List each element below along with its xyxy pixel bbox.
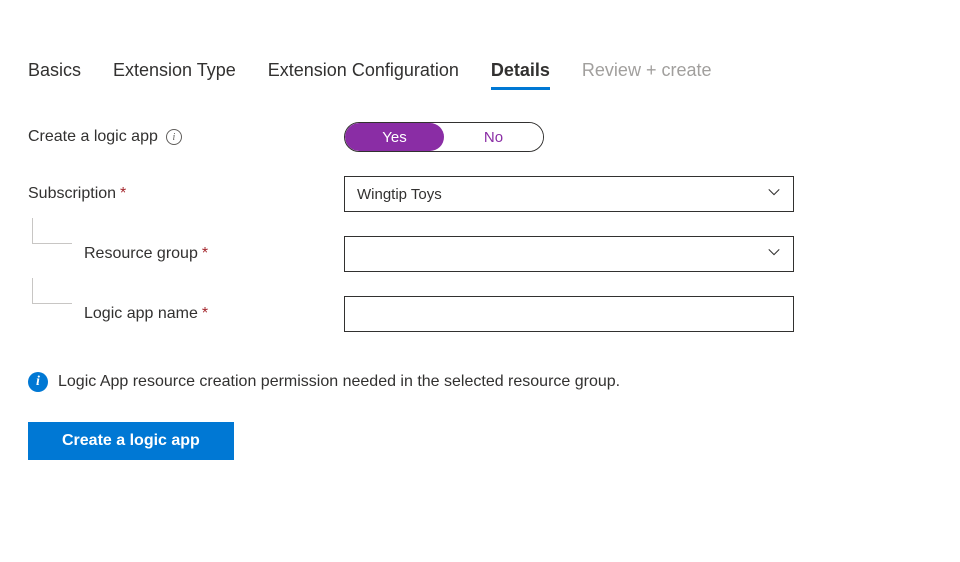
tab-details[interactable]: Details: [491, 60, 550, 90]
toggle-create-logic-app: Yes No: [344, 122, 544, 152]
label-create-logic-app: Create a logic app: [28, 128, 158, 146]
info-icon[interactable]: i: [166, 129, 182, 145]
dropdown-subscription-value: Wingtip Toys: [357, 186, 442, 203]
info-banner: i Logic App resource creation permission…: [28, 372, 932, 392]
tab-extension-type[interactable]: Extension Type: [113, 60, 236, 90]
tab-bar: Basics Extension Type Extension Configur…: [28, 60, 932, 90]
row-create-logic-app: Create a logic app i Yes No: [28, 122, 932, 152]
label-logic-app-name: Logic app name: [84, 305, 198, 323]
required-indicator: *: [202, 305, 208, 323]
required-indicator: *: [120, 185, 126, 203]
tree-connector: [32, 218, 72, 244]
row-logic-app-name: Logic app name *: [28, 296, 932, 332]
row-resource-group: Resource group *: [28, 236, 932, 272]
info-solid-icon: i: [28, 372, 48, 392]
toggle-yes[interactable]: Yes: [345, 123, 444, 151]
toggle-no[interactable]: No: [444, 123, 543, 151]
chevron-down-icon: [767, 245, 781, 263]
tab-extension-configuration[interactable]: Extension Configuration: [268, 60, 459, 90]
input-logic-app-name[interactable]: [344, 296, 794, 332]
tab-review-create[interactable]: Review + create: [582, 60, 712, 90]
tree-connector: [32, 278, 72, 304]
dropdown-subscription[interactable]: Wingtip Toys: [344, 176, 794, 212]
required-indicator: *: [202, 245, 208, 263]
dropdown-resource-group[interactable]: [344, 236, 794, 272]
label-subscription: Subscription: [28, 185, 116, 203]
tab-basics[interactable]: Basics: [28, 60, 81, 90]
label-resource-group: Resource group: [84, 245, 198, 263]
chevron-down-icon: [767, 185, 781, 203]
create-logic-app-button[interactable]: Create a logic app: [28, 422, 234, 460]
row-subscription: Subscription * Wingtip Toys: [28, 176, 932, 212]
info-message-text: Logic App resource creation permission n…: [58, 373, 620, 391]
